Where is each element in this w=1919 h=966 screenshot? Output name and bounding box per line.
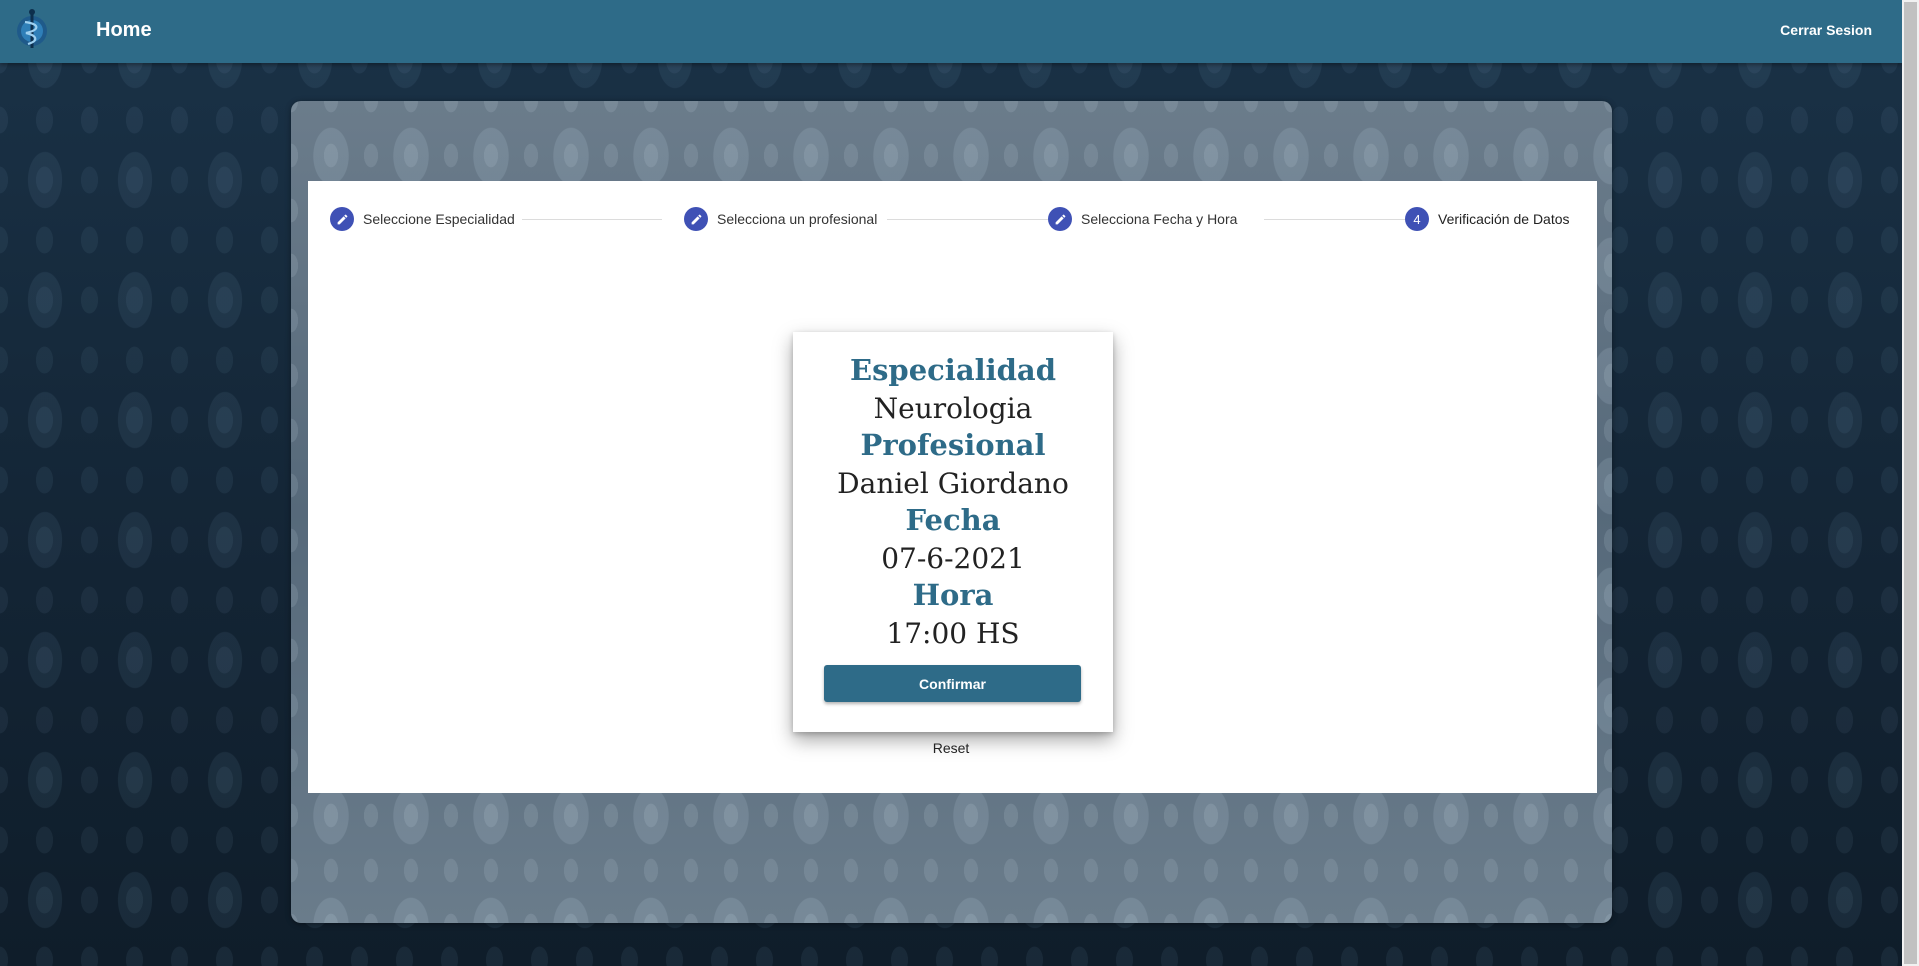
professional-value: Daniel Giordano [837,466,1069,500]
step-connector [887,219,1048,220]
step-label: Verificación de Datos [1438,211,1570,227]
specialty-value: Neurologia [873,391,1033,425]
step-label: Seleccione Especialidad [363,211,515,227]
top-app-bar: Home Cerrar Sesion [0,0,1902,63]
caduceus-icon[interactable] [14,8,50,50]
page-title[interactable]: Home [96,19,152,42]
step-number-badge: 4 [1405,207,1429,231]
step-label: Selecciona Fecha y Hora [1081,211,1238,227]
step-especialidad[interactable]: Seleccione Especialidad [330,204,515,234]
step-fecha-hora[interactable]: Selecciona Fecha y Hora [1048,204,1237,234]
confirm-button[interactable]: Confirmar [824,665,1081,702]
stepper-panel: Seleccione Especialidad Selecciona un pr… [308,181,1597,793]
step-profesional[interactable]: Selecciona un profesional [684,204,877,234]
pencil-icon [1048,207,1072,231]
stepper: Seleccione Especialidad Selecciona un pr… [330,204,1575,234]
time-label: Hora [912,578,994,612]
specialty-label: Especialidad [849,353,1056,387]
step-connector [522,219,662,220]
step-verificacion[interactable]: 4 Verificación de Datos [1405,204,1570,234]
step-label: Selecciona un profesional [717,211,878,227]
pencil-icon [330,207,354,231]
professional-label: Profesional [860,428,1046,462]
scrollbar-thumb[interactable] [1904,2,1917,964]
page-scrollbar[interactable] [1902,0,1919,966]
date-label: Fecha [905,503,1001,537]
time-value: 17:00 HS [886,616,1020,650]
reset-button[interactable]: Reset [906,740,996,756]
summary-card: Especialidad Neurologia Profesional Dani… [793,332,1113,732]
date-value: 07-6-2021 [881,541,1025,575]
pencil-icon [684,207,708,231]
logout-button[interactable]: Cerrar Sesion [1780,22,1872,38]
step-connector [1264,219,1426,220]
